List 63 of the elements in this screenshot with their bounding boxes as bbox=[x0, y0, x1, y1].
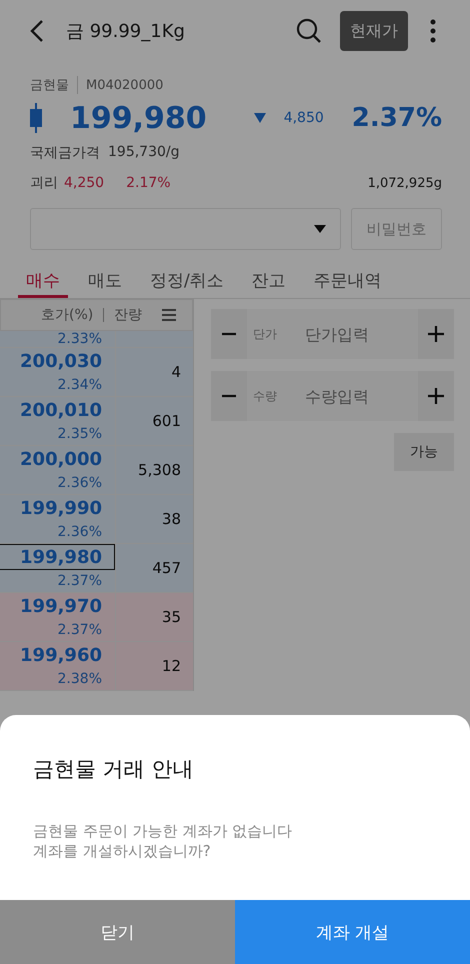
current-price: 199,980 bbox=[70, 100, 208, 136]
volume: 1,072,925g bbox=[368, 176, 442, 190]
order-quantity: 601 bbox=[152, 412, 181, 430]
category-label: 금현물 bbox=[30, 76, 78, 94]
down-triangle-icon bbox=[254, 113, 266, 123]
order-price[interactable]: 199,980 bbox=[0, 544, 115, 570]
intl-price: 195,730/g bbox=[108, 144, 180, 162]
close-button[interactable]: 닫기 bbox=[0, 900, 235, 964]
tab[interactable]: 잔고 bbox=[244, 266, 294, 298]
plus-icon bbox=[428, 388, 444, 404]
change-rate: 2.37% bbox=[352, 103, 442, 133]
field-label: 수량 bbox=[253, 388, 278, 404]
order-price[interactable]: 200,010 bbox=[0, 397, 115, 423]
back-icon[interactable] bbox=[30, 19, 44, 43]
password-button[interactable]: 비밀번호 bbox=[351, 208, 442, 250]
order-price[interactable]: 199,960 bbox=[0, 642, 115, 668]
tab[interactable]: 정정/취소 bbox=[142, 266, 232, 298]
order-quantity: 457 bbox=[152, 559, 181, 577]
order-rate: 2.36% bbox=[58, 474, 103, 493]
intl-price-label: 국제금가격 bbox=[30, 144, 100, 162]
order-quantity: 35 bbox=[162, 608, 181, 626]
quote-button[interactable]: 현재가 bbox=[340, 11, 408, 51]
gap-label: 괴리 bbox=[30, 174, 58, 192]
order-rate: 2.37% bbox=[58, 572, 103, 591]
order-quantity: 38 bbox=[162, 510, 181, 528]
plus-icon bbox=[428, 326, 444, 342]
column-header: 호가(%) bbox=[41, 306, 94, 324]
order-rate: 2.38% bbox=[58, 670, 103, 689]
tab[interactable]: 주문내역 bbox=[306, 266, 390, 298]
order-price[interactable]: 200,030 bbox=[0, 348, 115, 374]
order-price[interactable]: 199,970 bbox=[0, 593, 115, 619]
dialog-message: 금현물 주문이 가능한 계좌가 없습니다 bbox=[33, 821, 294, 841]
gap-rate: 2.17% bbox=[126, 175, 172, 191]
plus-button[interactable] bbox=[418, 309, 454, 359]
column-header: 잔량 bbox=[114, 306, 142, 324]
order-rate: 2.36% bbox=[58, 523, 103, 542]
gap-value: 4,250 bbox=[64, 175, 104, 191]
order-rate: 2.34% bbox=[58, 376, 103, 395]
order-price[interactable]: 199,990 bbox=[0, 495, 115, 521]
field-label: 단가 bbox=[253, 326, 278, 342]
price-change: 4,850 bbox=[284, 110, 324, 126]
available-button[interactable]: 가능 bbox=[394, 433, 454, 471]
dialog-title: 금현물 거래 안내 bbox=[32, 756, 194, 783]
order-rate: 2.35% bbox=[58, 425, 103, 444]
input-field[interactable]: 단가입력 bbox=[303, 324, 397, 344]
order-quantity: 4 bbox=[171, 363, 181, 381]
dialog-message: 계좌를 개설하시겠습니까? bbox=[33, 841, 212, 861]
tab[interactable]: 매도 bbox=[80, 266, 130, 298]
order-quantity: 5,308 bbox=[138, 461, 181, 479]
order-quantity: 12 bbox=[162, 657, 181, 675]
screen-title: 금 99.99_1Kg bbox=[66, 20, 186, 43]
product-code: M04020000 bbox=[86, 78, 164, 92]
open-account-button[interactable]: 계좌 개설 bbox=[235, 900, 470, 964]
search-icon[interactable] bbox=[296, 18, 322, 44]
more-icon[interactable] bbox=[430, 19, 436, 43]
plus-button[interactable] bbox=[418, 371, 454, 421]
input-field[interactable]: 수량입력 bbox=[303, 386, 397, 406]
dropdown-caret-icon bbox=[314, 225, 326, 233]
menu-icon[interactable] bbox=[162, 309, 176, 321]
order-rate: 2.37% bbox=[58, 621, 103, 640]
order-rate: 2.33% bbox=[58, 331, 103, 347]
candlestick-icon bbox=[30, 103, 42, 133]
order-price[interactable]: 200,000 bbox=[0, 446, 115, 472]
